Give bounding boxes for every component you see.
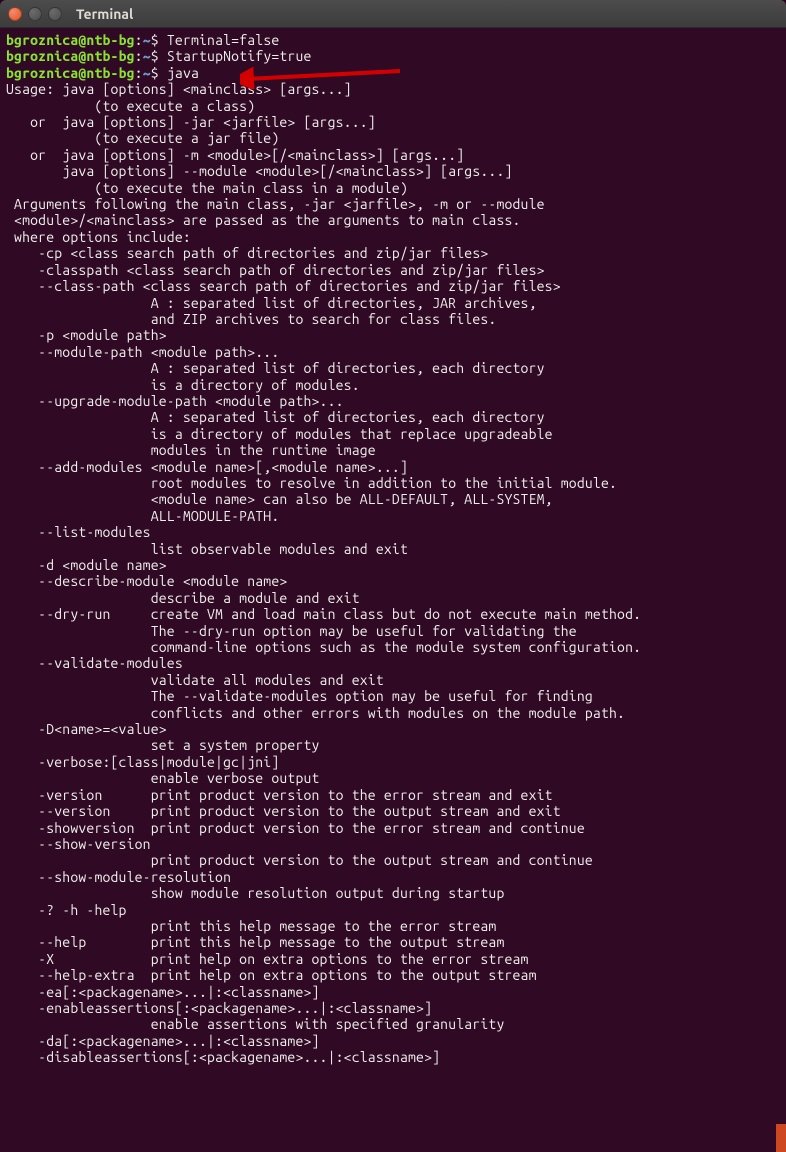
- prompt-path: ~: [143, 48, 151, 64]
- terminal-output-line: and ZIP archives to search for class fil…: [6, 311, 780, 327]
- prompt-user: bgroznica: [6, 65, 78, 81]
- prompt-command: java: [167, 65, 199, 81]
- terminal-body[interactable]: bgroznica@ntb-bg:~$ Terminal=falsebgrozn…: [0, 28, 786, 1072]
- terminal-output-line: A : separated list of directories, JAR a…: [6, 295, 780, 311]
- prompt-colon: :: [135, 48, 143, 64]
- terminal-output-line: describe a module and exit: [6, 590, 780, 606]
- titlebar[interactable]: Terminal: [0, 0, 786, 28]
- prompt-user: bgroznica: [6, 48, 78, 64]
- window-title: Terminal: [76, 6, 133, 22]
- terminal-output-line: enable assertions with specified granula…: [6, 1016, 780, 1032]
- terminal-output-line: -verbose:[class|module|gc|jni]: [6, 754, 780, 770]
- terminal-output-line: (to execute the main class in a module): [6, 180, 780, 196]
- terminal-output-line: set a system property: [6, 737, 780, 753]
- terminal-output-line: <module name> can also be ALL-DEFAULT, A…: [6, 491, 780, 507]
- terminal-output-line: -? -h -help: [6, 902, 780, 918]
- prompt-path: ~: [143, 65, 151, 81]
- terminal-output-line: validate all modules and exit: [6, 672, 780, 688]
- terminal-output-line: java [options] --module <module>[/<mainc…: [6, 163, 780, 179]
- terminal-output-line: --version print product version to the o…: [6, 803, 780, 819]
- terminal-output-line: Usage: java [options] <mainclass> [args.…: [6, 81, 780, 97]
- terminal-output-line: --describe-module <module name>: [6, 573, 780, 589]
- prompt-dollar: $: [151, 65, 167, 81]
- terminal-output-line: A : separated list of directories, each …: [6, 360, 780, 376]
- terminal-output-line: root modules to resolve in addition to t…: [6, 475, 780, 491]
- terminal-output-line: is a directory of modules.: [6, 377, 780, 393]
- terminal-output-line: show module resolution output during sta…: [6, 885, 780, 901]
- terminal-output-line: print product version to the output stre…: [6, 852, 780, 868]
- terminal-output-line: --show-module-resolution: [6, 869, 780, 885]
- terminal-output-line: --list-modules: [6, 524, 780, 540]
- terminal-output-line: -X print help on extra options to the er…: [6, 951, 780, 967]
- prompt-dollar: $: [151, 48, 167, 64]
- terminal-output-line: is a directory of modules that replace u…: [6, 426, 780, 442]
- terminal-output-line: --show-version: [6, 836, 780, 852]
- terminal-output-line: or java [options] -m <module>[/<mainclas…: [6, 147, 780, 163]
- terminal-output-line: The --dry-run option may be useful for v…: [6, 623, 780, 639]
- terminal-output-line: <module>/<mainclass> are passed as the a…: [6, 212, 780, 228]
- prompt-command: StartupNotify=true: [167, 48, 312, 64]
- terminal-output-line: enable verbose output: [6, 770, 780, 786]
- terminal-output-line: The --validate-modules option may be use…: [6, 688, 780, 704]
- terminal-output-line: -p <module path>: [6, 327, 780, 343]
- terminal-output-line: where options include:: [6, 229, 780, 245]
- terminal-output-line: --help print this help message to the ou…: [6, 934, 780, 950]
- terminal-output-line: (to execute a class): [6, 98, 780, 114]
- prompt-path: ~: [143, 32, 151, 48]
- terminal-output-line: -disableassertions[:<packagename>...|:<c…: [6, 1049, 780, 1065]
- terminal-output-line: ALL-MODULE-PATH.: [6, 508, 780, 524]
- prompt-colon: :: [135, 65, 143, 81]
- terminal-output-line: --upgrade-module-path <module path>...: [6, 393, 780, 409]
- terminal-output-line: -ea[:<packagename>...|:<classname>]: [6, 984, 780, 1000]
- terminal-output-line: -cp <class search path of directories an…: [6, 245, 780, 261]
- terminal-output-line: (to execute a jar file): [6, 130, 780, 146]
- terminal-output-line: conflicts and other errors with modules …: [6, 705, 780, 721]
- terminal-output-line: list observable modules and exit: [6, 541, 780, 557]
- terminal-output-line: modules in the runtime image: [6, 442, 780, 458]
- prompt-colon: :: [135, 32, 143, 48]
- terminal-output-line: --validate-modules: [6, 655, 780, 671]
- maximize-icon[interactable]: [48, 7, 62, 21]
- terminal-output-line: --add-modules <module name>[,<module nam…: [6, 459, 780, 475]
- terminal-line: bgroznica@ntb-bg:~$ Terminal=false: [6, 32, 780, 48]
- terminal-window: Terminal bgroznica@ntb-bg:~$ Terminal=fa…: [0, 0, 786, 1152]
- terminal-output-line: -classpath <class search path of directo…: [6, 262, 780, 278]
- terminal-output-line: or java [options] -jar <jarfile> [args..…: [6, 114, 780, 130]
- terminal-output-line: Arguments following the main class, -jar…: [6, 196, 780, 212]
- scrollbar-thumb[interactable]: [776, 1124, 786, 1152]
- prompt-dollar: $: [151, 32, 167, 48]
- prompt-user: bgroznica: [6, 32, 78, 48]
- terminal-output-line: print this help message to the error str…: [6, 918, 780, 934]
- terminal-line: bgroznica@ntb-bg:~$ java: [6, 65, 780, 81]
- prompt-host: ntb-bg: [86, 65, 134, 81]
- terminal-output-line: --class-path <class search path of direc…: [6, 278, 780, 294]
- terminal-output-line: -enableassertions[:<packagename>...|:<cl…: [6, 1000, 780, 1016]
- terminal-output-line: -D<name>=<value>: [6, 721, 780, 737]
- terminal-output-line: command-line options such as the module …: [6, 639, 780, 655]
- terminal-output-line: --dry-run create VM and load main class …: [6, 606, 780, 622]
- prompt-host: ntb-bg: [86, 32, 134, 48]
- minimize-icon[interactable]: [28, 7, 42, 21]
- prompt-command: Terminal=false: [167, 32, 280, 48]
- terminal-output-line: -da[:<packagename>...|:<classname>]: [6, 1033, 780, 1049]
- close-icon[interactable]: [8, 7, 22, 21]
- terminal-output-line: -showversion print product version to th…: [6, 820, 780, 836]
- terminal-output-line: A : separated list of directories, each …: [6, 409, 780, 425]
- prompt-host: ntb-bg: [86, 48, 134, 64]
- terminal-output-line: --help-extra print help on extra options…: [6, 967, 780, 983]
- window-buttons: [8, 7, 62, 21]
- terminal-output-line: -d <module name>: [6, 557, 780, 573]
- terminal-output-line: --module-path <module path>...: [6, 344, 780, 360]
- terminal-output-line: -version print product version to the er…: [6, 787, 780, 803]
- terminal-line: bgroznica@ntb-bg:~$ StartupNotify=true: [6, 48, 780, 64]
